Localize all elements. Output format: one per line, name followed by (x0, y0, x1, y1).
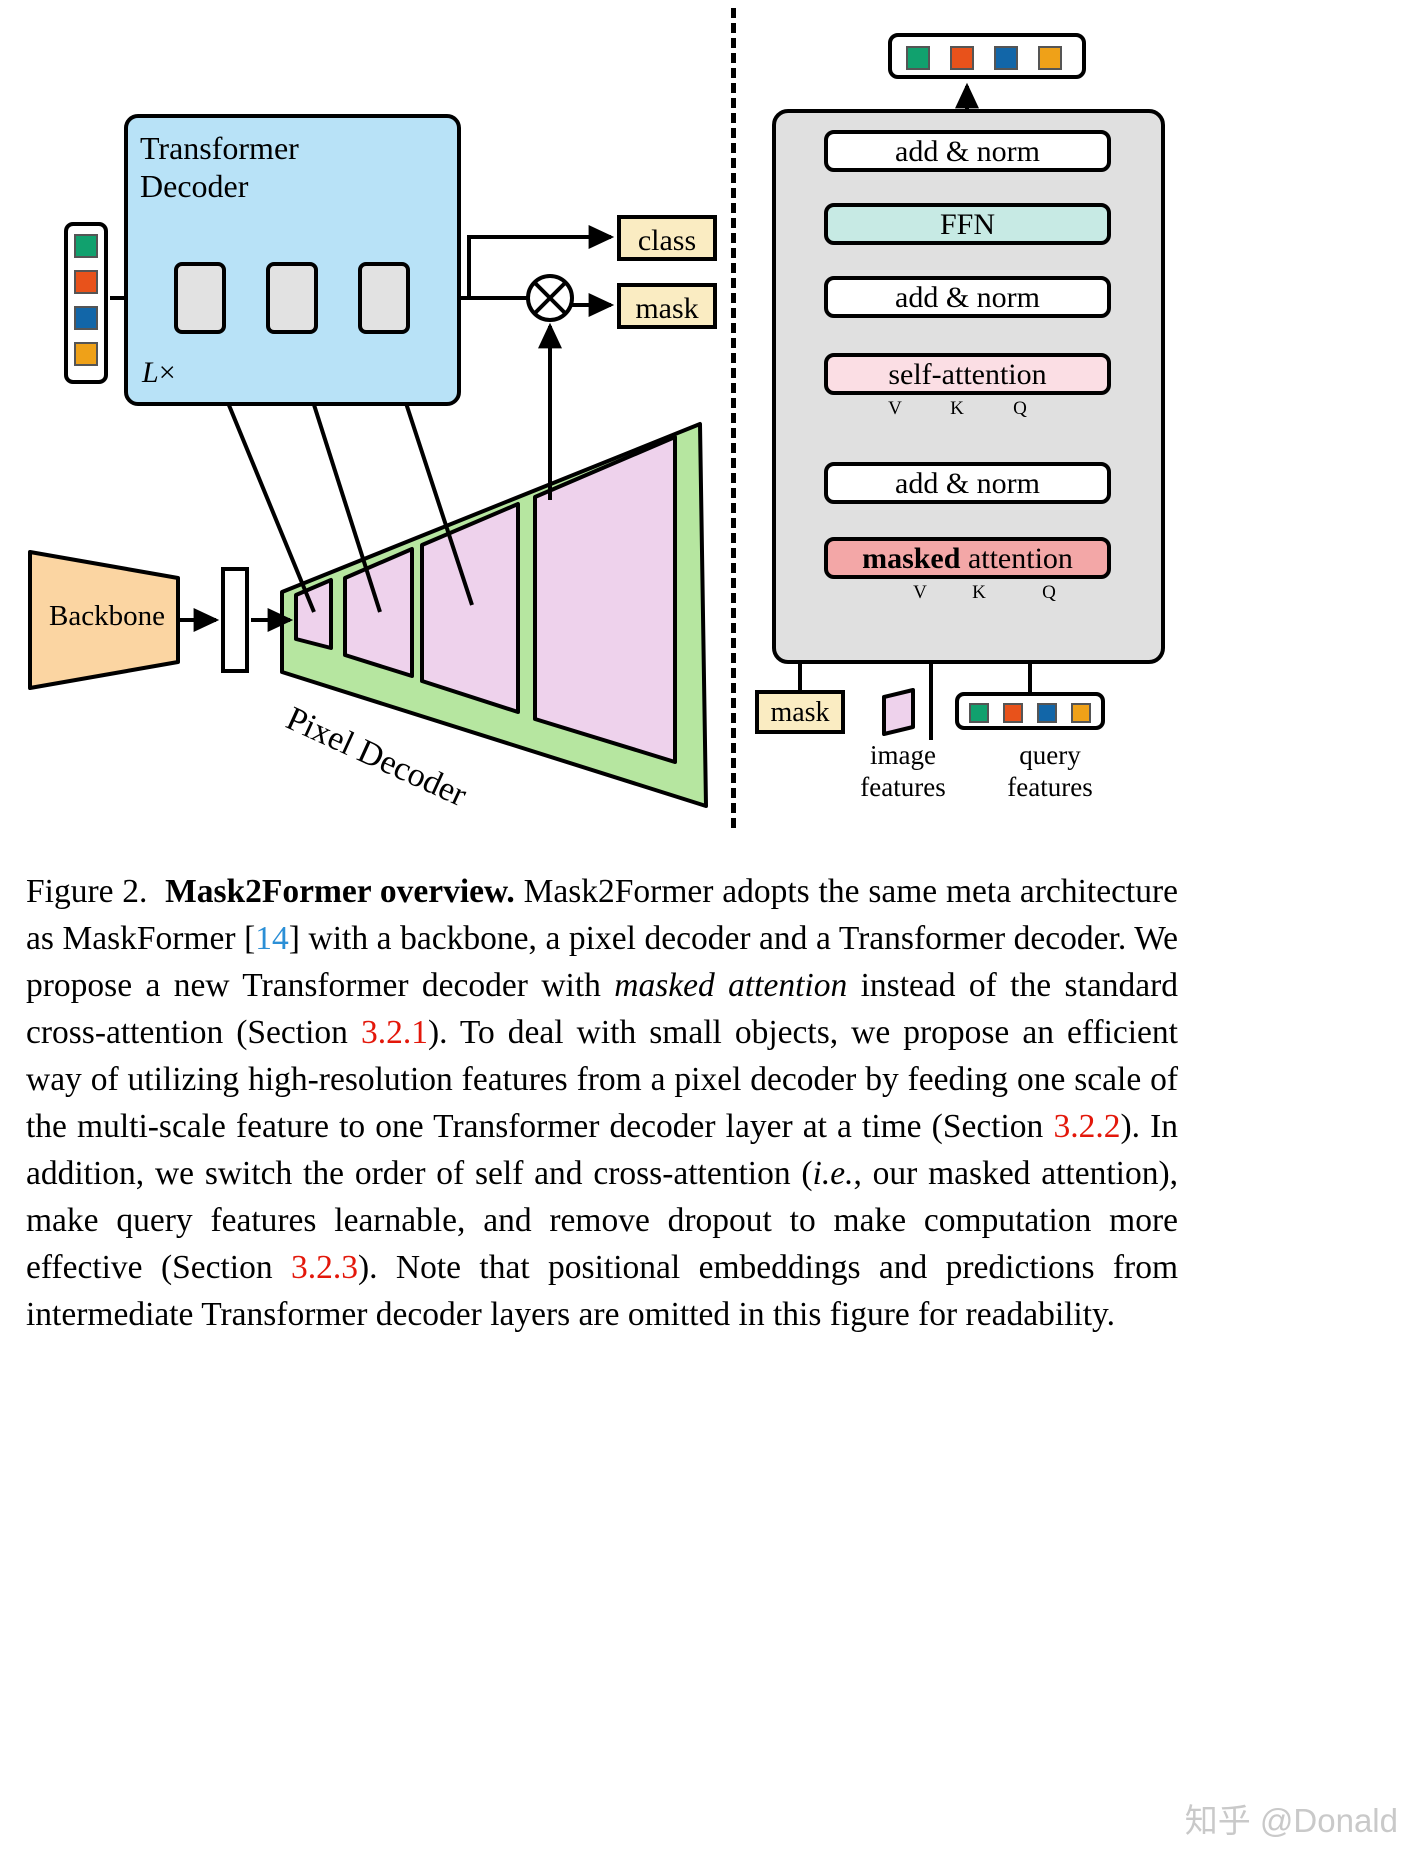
stage-add-norm-3: add & norm (824, 462, 1111, 504)
stage-masked-attention-rest: attention (960, 542, 1073, 575)
query-token-swatch (950, 46, 974, 70)
decoder-layer-cell-3 (358, 262, 410, 334)
caption-section-ref-2[interactable]: 3.2.2 (1053, 1108, 1120, 1145)
selfattn-v-label: V (888, 398, 902, 419)
repeat-count-value: L (142, 356, 159, 389)
caption-section-ref-1[interactable]: 3.2.1 (361, 1014, 428, 1051)
stage-add-norm-1: add & norm (824, 130, 1111, 172)
caption-italic-masked-attention: masked attention (614, 967, 848, 1004)
feature-projection-box (221, 567, 249, 673)
stage-masked-attention: masked attention (824, 537, 1111, 579)
decoder-layer-cell-2 (266, 262, 318, 334)
panel-divider (731, 8, 736, 828)
query-token-swatch (906, 46, 930, 70)
stage-ffn: FFN (824, 203, 1111, 245)
query-features-label: query features (1007, 740, 1093, 802)
figure-caption: Figure 2. Mask2Former overview. Mask2For… (26, 868, 1178, 1338)
output-query-features-strip (888, 33, 1086, 79)
repeat-count-label: L× (142, 356, 176, 390)
maskattn-v-label: V (913, 582, 927, 603)
image-features-label: image features (860, 740, 946, 802)
selfattn-k-label: K (950, 398, 964, 419)
query-token-swatch (969, 703, 989, 723)
watermark: 知乎 @Donald (1184, 1802, 1398, 1839)
class-output-box: class (617, 215, 717, 261)
query-token-swatch (1003, 703, 1023, 723)
query-token-swatch (1038, 46, 1062, 70)
query-features-strip-left (64, 222, 108, 384)
caption-citation-number[interactable]: 14 (255, 920, 289, 957)
maskattn-k-label: K (972, 582, 986, 603)
image-feature-thumb (882, 688, 915, 736)
maskattn-q-label: Q (1042, 582, 1056, 603)
selfattn-q-label: Q (1013, 398, 1027, 419)
caption-section-ref-3[interactable]: 3.2.3 (291, 1249, 358, 1286)
caption-citation-close: ] (288, 920, 300, 957)
query-token-swatch (1037, 703, 1057, 723)
backbone-label: Backbone (49, 600, 165, 632)
transformer-decoder-title: Transformer Decoder (140, 130, 299, 204)
query-token-swatch (1071, 703, 1091, 723)
stage-add-norm-2: add & norm (824, 276, 1111, 318)
mask-input-box: mask (755, 690, 845, 734)
query-token-swatch (74, 270, 98, 294)
caption-italic-ie: i.e. (812, 1155, 854, 1192)
caption-citation-open: [ (244, 920, 256, 957)
query-token-swatch (74, 234, 98, 258)
decoder-layer-cell-1 (174, 262, 226, 334)
stage-masked-attention-emphasis: masked (862, 542, 961, 575)
mask-output-box: mask (617, 283, 717, 329)
caption-figure-number: Figure 2. (26, 873, 148, 910)
query-token-swatch (74, 306, 98, 330)
caption-title: Mask2Former overview. (165, 873, 515, 910)
query-token-swatch (74, 342, 98, 366)
query-token-swatch (994, 46, 1018, 70)
stage-self-attention: self-attention (824, 353, 1111, 395)
repeat-times-symbol: × (158, 356, 176, 389)
figure-area: Transformer Decoder L× class mask Backbo… (0, 0, 1420, 845)
query-features-strip-bottom (955, 692, 1105, 730)
